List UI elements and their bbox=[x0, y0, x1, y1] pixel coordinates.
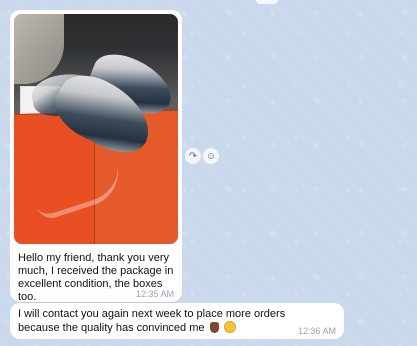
photo-bed-sheet bbox=[14, 14, 64, 84]
reaction-icon[interactable]: ☺ bbox=[203, 148, 219, 164]
message-body: I will contact you again next week to pl… bbox=[18, 308, 286, 334]
forward-icon[interactable]: ↷ bbox=[185, 148, 201, 164]
previous-message-edge bbox=[256, 0, 278, 4]
photo-message-bubble[interactable]: Hello my friend, thank you very much, I … bbox=[10, 10, 182, 303]
message-photo[interactable] bbox=[14, 14, 178, 244]
ok-hand-emoji-icon bbox=[209, 322, 219, 333]
message-timestamp: 12:35 AM bbox=[135, 289, 174, 299]
smiling-face-emoji-icon bbox=[223, 321, 236, 333]
text-message-bubble[interactable]: I will contact you again next week to pl… bbox=[10, 303, 344, 339]
message-text: I will contact you again next week to pl… bbox=[18, 308, 318, 335]
message-timestamp: 12:36 AM bbox=[297, 326, 336, 336]
